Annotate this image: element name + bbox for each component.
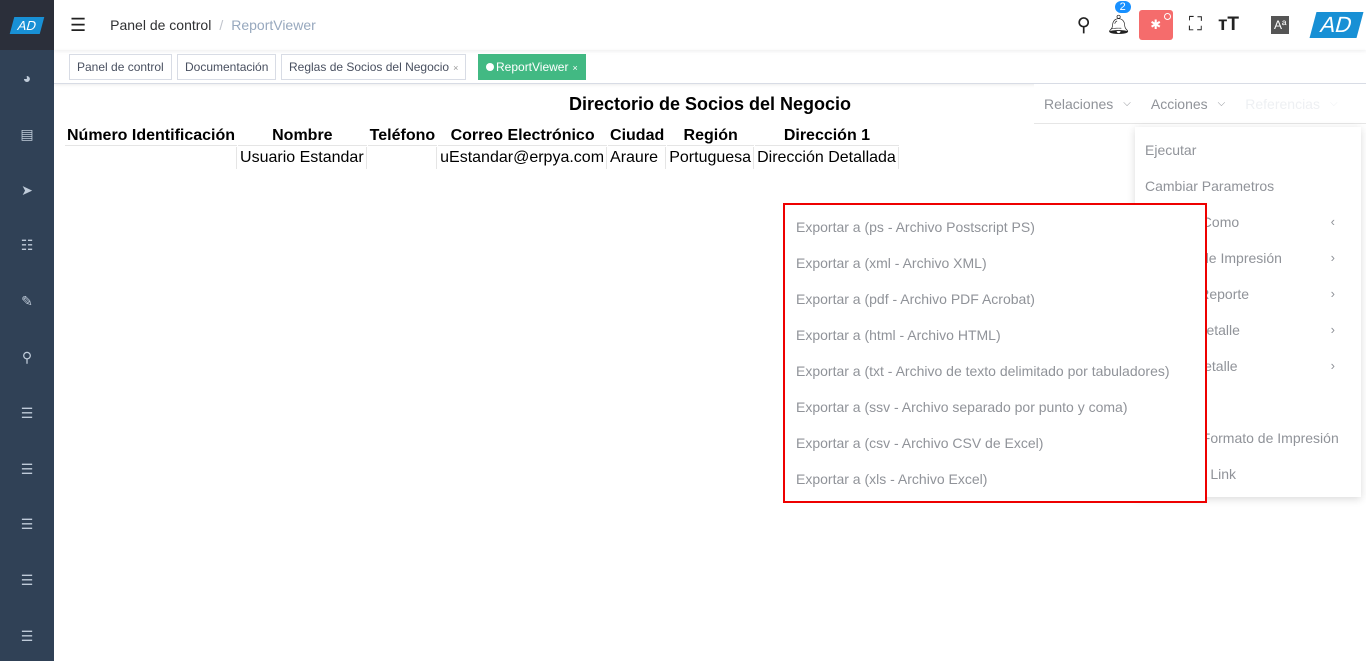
notification-badge: 2 bbox=[1114, 1, 1131, 13]
sidebar: AD ◕ ▤ ➤ ☷ ✎ ⚲ ☰ ☰ ☰ ☰ ☰ bbox=[0, 0, 54, 661]
breadcrumb-current: ReportViewer bbox=[231, 17, 316, 33]
menu-acciones[interactable]: Acciones bbox=[1151, 96, 1208, 112]
chevron-down-icon: ⌵ bbox=[1329, 98, 1338, 109]
menu-item-label: Ejecutar bbox=[1145, 142, 1197, 158]
table-cell bbox=[368, 147, 438, 169]
column-header: Nombre bbox=[238, 127, 367, 146]
tab-label: Panel de control bbox=[77, 60, 164, 74]
table-cell: Dirección Detallada bbox=[755, 147, 899, 169]
chevron-down-icon: ⌵ bbox=[1123, 98, 1131, 109]
column-header: Correo Electrónico bbox=[438, 127, 608, 146]
bug-icon[interactable]: ✱ bbox=[1138, 10, 1173, 40]
search-icon[interactable]: ⚲ bbox=[1077, 14, 1091, 37]
chevron-down-icon: ⌵ bbox=[1217, 98, 1226, 109]
column-header: Ciudad bbox=[608, 127, 667, 146]
report-table: Número Identificación Nombre Teléfono Corre… bbox=[64, 126, 900, 170]
export-menu-item[interactable]: Exportar a (xml - Archivo XML) bbox=[796, 255, 987, 271]
tab-reportviewer[interactable]: ReportViewer × bbox=[478, 54, 586, 80]
export-menu-item[interactable]: Exportar a (txt - Archivo de texto delim… bbox=[796, 363, 1170, 379]
menu-item[interactable]: Ejecutar bbox=[1145, 142, 1351, 158]
active-dot-icon bbox=[486, 63, 494, 71]
fullscreen-icon[interactable]: ⛶ bbox=[1189, 14, 1202, 36]
menu-item[interactable]: Cambiar Parametros bbox=[1145, 178, 1351, 194]
table-cell: Usuario Estandar bbox=[238, 147, 367, 169]
font-size-icon[interactable]: тT bbox=[1218, 14, 1239, 36]
tree-list-icon[interactable]: ☷ bbox=[0, 237, 54, 254]
export-menu-item[interactable]: Exportar a (ps - Archivo Postscript PS) bbox=[796, 219, 1035, 235]
chevron-right-icon: › bbox=[1330, 250, 1335, 265]
chevron-left-icon: ‹ bbox=[1330, 214, 1335, 229]
table-cell: Portuguesa bbox=[667, 147, 755, 169]
chevron-right-icon: › bbox=[1330, 322, 1335, 337]
search-icon[interactable]: ⚲ bbox=[0, 349, 54, 366]
export-submenu: Exportar a (ps - Archivo Postscript PS) E… bbox=[783, 203, 1207, 503]
user-avatar[interactable]: AD bbox=[1309, 12, 1364, 38]
column-header: Número Identificación bbox=[65, 127, 238, 146]
tab-label: Reglas de Socios del Negocio bbox=[289, 60, 450, 74]
navbar: ☰ Panel de control / ReportViewer ⚲ 🔔︎ 2 … bbox=[54, 0, 1366, 50]
bell-icon[interactable]: 🔔︎ 2 bbox=[1107, 1, 1131, 37]
tab-documentacion[interactable]: Documentación bbox=[177, 54, 277, 80]
export-menu-item[interactable]: Exportar a (html - Archivo HTML) bbox=[796, 327, 1001, 343]
tab-label: ReportViewer bbox=[496, 60, 569, 74]
table-cell: Araure bbox=[608, 147, 667, 169]
list-icon[interactable]: ☰ bbox=[0, 405, 54, 422]
list-icon[interactable]: ☰ bbox=[0, 461, 54, 478]
column-header: Teléfono bbox=[367, 127, 438, 146]
translate-icon[interactable]: Aª bbox=[1270, 16, 1290, 34]
list-icon[interactable]: ☰ bbox=[0, 572, 54, 589]
tags-view: Panel de control Documentación Reglas de… bbox=[54, 50, 1366, 84]
document-icon[interactable]: ▤ bbox=[0, 126, 54, 143]
breadcrumb-separator: / bbox=[219, 17, 224, 33]
export-menu-item[interactable]: Exportar a (csv - Archivo CSV de Excel) bbox=[796, 435, 1043, 451]
list-icon[interactable]: ☰ bbox=[0, 516, 54, 533]
send-icon[interactable]: ➤ bbox=[0, 182, 54, 199]
chevron-right-icon: › bbox=[1330, 286, 1335, 301]
close-icon[interactable]: × bbox=[453, 63, 458, 73]
tab-reglas-socios[interactable]: Reglas de Socios del Negocio × bbox=[281, 54, 467, 80]
tab-label: Documentación bbox=[185, 60, 269, 74]
list-icon[interactable]: ☰ bbox=[0, 628, 54, 645]
close-icon[interactable]: × bbox=[572, 63, 577, 73]
export-menu-item[interactable]: Exportar a (xls - Archivo Excel) bbox=[796, 471, 987, 487]
report-menu-bar: Relaciones ⌵ Acciones ⌵ Referencias ⌵ bbox=[1034, 84, 1366, 124]
breadcrumb-home[interactable]: Panel de control bbox=[110, 17, 211, 33]
table-row: Usuario Estandar uEstandar@erpya.com Araur… bbox=[65, 147, 899, 169]
menu-referencias[interactable]: Referencias bbox=[1245, 96, 1320, 112]
export-menu-item[interactable]: Exportar a (pdf - Archivo PDF Acrobat) bbox=[796, 291, 1035, 307]
menu-item-label: Cambiar Parametros bbox=[1145, 178, 1275, 194]
dashboard-icon[interactable]: ◕ bbox=[0, 70, 54, 86]
menu-toggle-icon[interactable]: ☰ bbox=[70, 15, 86, 36]
tab-panel-de-control[interactable]: Panel de control bbox=[69, 54, 172, 80]
table-cell: uEstandar@erpya.com bbox=[438, 147, 608, 169]
table-cell bbox=[65, 147, 238, 169]
edit-document-icon[interactable]: ✎ bbox=[0, 293, 54, 310]
chevron-right-icon: › bbox=[1330, 358, 1335, 373]
menu-relaciones[interactable]: Relaciones bbox=[1044, 96, 1113, 112]
logo[interactable]: AD bbox=[9, 16, 45, 34]
export-menu-item[interactable]: Exportar a (ssv - Archivo separado por p… bbox=[796, 399, 1127, 415]
column-header: Región bbox=[667, 127, 755, 146]
column-header: Dirección 1 bbox=[755, 127, 899, 146]
